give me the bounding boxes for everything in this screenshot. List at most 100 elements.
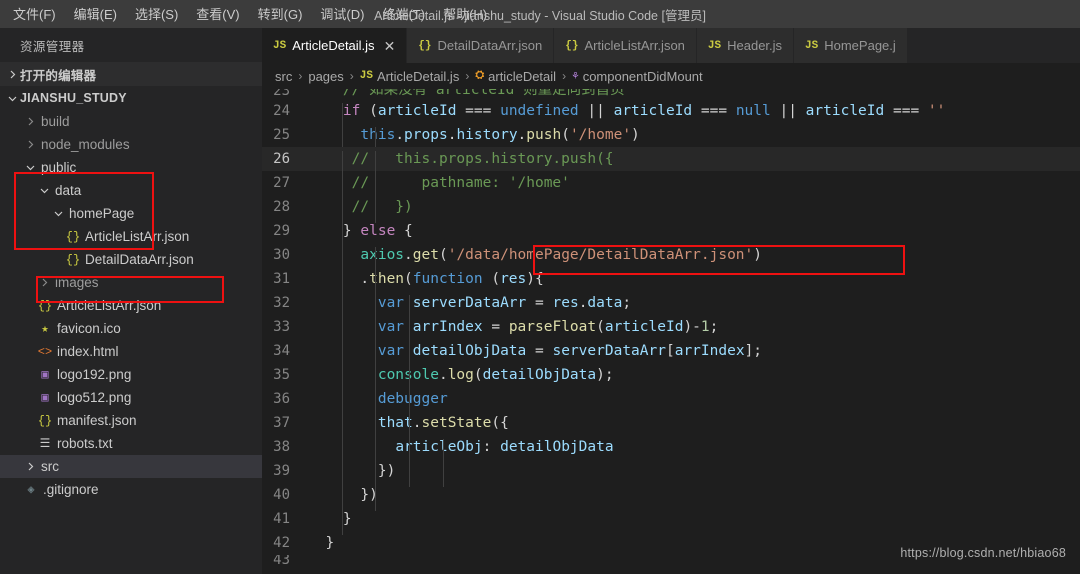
- menu-item-3[interactable]: 查看(V): [187, 5, 248, 24]
- code-line-39[interactable]: 39 }): [262, 459, 1080, 487]
- tree-item-articlelistarr-json[interactable]: {} ArticleListArr.json: [0, 225, 262, 248]
- code-token: undefined: [500, 103, 579, 119]
- breadcrumb-item-src[interactable]: src: [275, 69, 292, 84]
- image-icon: ▣: [41, 368, 49, 382]
- code-line-text: }: [308, 511, 1080, 535]
- code-line-40[interactable]: 40 }): [262, 483, 1080, 511]
- code-line-text: debugger: [308, 391, 1080, 415]
- breadcrumb-item-articledetail[interactable]: ⛭ articleDetail: [475, 69, 556, 84]
- code-line-31[interactable]: 31 .then(function (res){: [262, 267, 1080, 295]
- code-line-38[interactable]: 38 articleObj: detailObjData: [262, 435, 1080, 463]
- close-icon[interactable]: ✕: [384, 39, 396, 53]
- code-token: // pathname: '/home': [308, 175, 570, 191]
- line-number: 42: [273, 535, 290, 551]
- code-token: )-: [683, 319, 701, 335]
- code-line-text: var arrIndex = parseFloat(articleId)-1;: [308, 319, 1080, 343]
- code-line-37[interactable]: 37 that.setState({: [262, 411, 1080, 439]
- code-token: (: [596, 319, 605, 335]
- code-line-33[interactable]: 33 var arrIndex = parseFloat(articleId)-…: [262, 315, 1080, 343]
- code-token: null: [735, 103, 771, 119]
- line-number: 29: [273, 223, 290, 239]
- code-line-text: var serverDataArr = res.data;: [308, 295, 1080, 319]
- code-line-text: axios.get('/data/homePage/DetailDataArr.…: [308, 247, 1080, 271]
- tree-item-src[interactable]: src: [0, 455, 262, 478]
- code-line-34[interactable]: 34 var detailObjData = serverDataArr[arr…: [262, 339, 1080, 367]
- tree-item-data[interactable]: data: [0, 179, 262, 202]
- chevron-down-icon: [22, 162, 38, 173]
- code-line-35[interactable]: 35 console.log(detailObjData);: [262, 363, 1080, 391]
- tree-item-favicon-ico[interactable]: ★ favicon.ico: [0, 317, 262, 340]
- tree-item-node-modules[interactable]: node_modules: [0, 133, 262, 156]
- code-line-23[interactable]: 23 // 如果没有 articleId 则重定向到首页: [262, 89, 1080, 99]
- menu-item-1[interactable]: 编辑(E): [65, 5, 126, 24]
- html-icon: <>: [37, 344, 53, 359]
- tree-item-label: .gitignore: [43, 482, 99, 497]
- code-line-25[interactable]: 25 this.props.history.push('/home'): [262, 123, 1080, 151]
- code-line-28[interactable]: 28 // }): [262, 195, 1080, 223]
- menu-bar[interactable]: 文件(F) 编辑(E) 选择(S) 查看(V) 转到(G) 调试(D) 终端(T) 帮助(H): [0, 5, 496, 24]
- code-token: detailObjData: [412, 343, 527, 359]
- code-token: ];: [744, 343, 763, 359]
- code-line-27[interactable]: 27 // pathname: '/home': [262, 171, 1080, 199]
- tree-item-public[interactable]: public: [0, 156, 262, 179]
- code-token: data: [587, 295, 623, 311]
- menu-item-6[interactable]: 终端(T): [373, 5, 434, 24]
- code-line-36[interactable]: 36 debugger: [262, 387, 1080, 415]
- breadcrumb-separator: ›: [562, 69, 567, 83]
- tree-item-label: robots.txt: [57, 436, 113, 451]
- breadcrumb-item-articledetail-js[interactable]: JS ArticleDetail.js: [360, 69, 460, 84]
- tree-item-detaildataarr-json[interactable]: {} DetailDataArr.json: [0, 248, 262, 271]
- tree-item--gitignore[interactable]: ◈ .gitignore: [0, 478, 262, 501]
- open-editors-label: 打开的编辑器: [20, 68, 97, 83]
- code-token: (: [473, 367, 483, 383]
- tree-item-images[interactable]: images: [0, 271, 262, 294]
- code-token: ;: [709, 319, 719, 335]
- code-token: (: [404, 271, 413, 287]
- code-line-30[interactable]: 30 axios.get('/data/homePage/DetailDataA…: [262, 243, 1080, 271]
- editor-tab-detaildataarr-json[interactable]: {} DetailDataArr.json: [407, 28, 555, 63]
- tree-item-logo512-png[interactable]: ▣ logo512.png: [0, 386, 262, 409]
- open-editors-section[interactable]: 打开的编辑器: [0, 62, 262, 86]
- breadcrumb-label: pages: [308, 68, 344, 84]
- line-number: 23: [273, 89, 290, 99]
- code-token: ): [753, 247, 762, 263]
- tree-item-robots-txt[interactable]: ☰ robots.txt: [0, 432, 262, 455]
- editor-tab-header-js[interactable]: JS Header.js: [696, 28, 795, 63]
- tree-item-logo192-png[interactable]: ▣ logo192.png: [0, 363, 262, 386]
- editor-tab-homepage-j[interactable]: JS HomePage.j: [794, 28, 908, 63]
- editor-tab-articlelistarr-json[interactable]: {} ArticleListArr.json: [554, 28, 697, 63]
- code-token: // this.props.history.push({: [308, 151, 614, 167]
- editor-tab-bar: JS ArticleDetail.js ✕{} DetailDataArr.json{…: [262, 28, 1080, 63]
- tree-item-index-html[interactable]: <> index.html: [0, 340, 262, 363]
- code-line-26[interactable]: 26 // this.props.history.push({: [262, 147, 1080, 175]
- code-token: res: [500, 271, 527, 287]
- code-token: articleId: [613, 103, 693, 119]
- project-section[interactable]: JIANSHU_STUDY: [0, 86, 262, 110]
- tree-item-build[interactable]: build: [0, 110, 262, 133]
- code-token: ===: [456, 103, 501, 119]
- menu-item-4[interactable]: 转到(G): [249, 5, 312, 24]
- editor-tab-articledetail-js[interactable]: JS ArticleDetail.js ✕: [262, 28, 408, 63]
- breadcrumb-label: ArticleDetail.js: [376, 68, 460, 84]
- code-token: .: [517, 127, 527, 143]
- code-token: {: [395, 223, 413, 239]
- menu-item-0[interactable]: 文件(F): [4, 5, 65, 24]
- menu-item-2[interactable]: 选择(S): [126, 5, 187, 24]
- code-line-text: if (articleId === undefined || articleId…: [308, 103, 1080, 127]
- code-token: (: [438, 247, 448, 263]
- tree-item-manifest-json[interactable]: {} manifest.json: [0, 409, 262, 432]
- code-line-41[interactable]: 41 }: [262, 507, 1080, 535]
- code-token: this: [360, 127, 396, 143]
- tree-item-articlelistarr-json[interactable]: {} ArticleListArr.json: [0, 294, 262, 317]
- code-line-32[interactable]: 32 var serverDataArr = res.data;: [262, 291, 1080, 319]
- code-line-29[interactable]: 29 } else {: [262, 219, 1080, 247]
- code-token: ){: [526, 271, 544, 287]
- breadcrumb-item-componentdidmount[interactable]: ⚘ componentDidMount: [572, 69, 703, 84]
- breadcrumb-item-pages[interactable]: pages: [308, 69, 343, 84]
- code-editor[interactable]: 23 // 如果没有 articleId 则重定向到首页 24 if (artic…: [262, 89, 1080, 574]
- tree-item-homepage[interactable]: homePage: [0, 202, 262, 225]
- menu-item-5[interactable]: 调试(D): [311, 5, 373, 24]
- menu-item-7[interactable]: 帮助(H): [434, 5, 496, 24]
- code-line-24[interactable]: 24 if (articleId === undefined || articl…: [262, 99, 1080, 127]
